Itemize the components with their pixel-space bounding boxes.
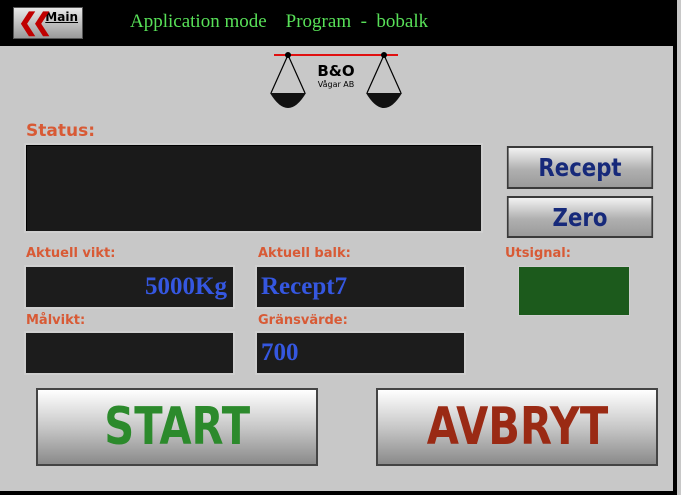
main-button[interactable]: ❮❮ Main bbox=[13, 7, 83, 39]
aktuell-balk-label: Aktuell balk: bbox=[258, 246, 351, 261]
aktuell-vikt-value: 5000Kg bbox=[24, 265, 235, 309]
zero-button[interactable]: Zero bbox=[506, 196, 654, 238]
utsignal-label: Utsignal: bbox=[505, 246, 571, 261]
gransvarde-label: Gränsvärde: bbox=[258, 313, 348, 328]
double-chevron-left-icon: ❮❮ bbox=[18, 9, 52, 36]
gransvarde-input[interactable]: 700 bbox=[255, 331, 466, 375]
avbryt-button[interactable]: AVBRYT bbox=[376, 388, 658, 466]
utsignal-indicator bbox=[518, 266, 630, 316]
malvikt-label: Målvikt: bbox=[26, 313, 86, 328]
malvikt-input[interactable] bbox=[24, 331, 235, 375]
logo-brand: B&O bbox=[317, 62, 354, 80]
status-display bbox=[24, 143, 483, 233]
aktuell-balk-value: Recept7 bbox=[255, 265, 466, 309]
start-button[interactable]: START bbox=[36, 388, 318, 466]
recept-button[interactable]: Recept bbox=[506, 146, 654, 189]
company-logo: B&O Vågar AB bbox=[270, 52, 402, 108]
logo-sub: Vågar AB bbox=[318, 79, 355, 89]
main-button-label: Main bbox=[45, 10, 78, 24]
top-bar: ❮❮ Main Application mode Program - bobal… bbox=[0, 0, 677, 46]
page-title: Application mode Program - bobalk bbox=[130, 11, 429, 32]
aktuell-vikt-label: Aktuell vikt: bbox=[26, 246, 116, 261]
status-label: Status: bbox=[26, 121, 95, 141]
start-button-label: START bbox=[104, 397, 250, 457]
avbryt-button-label: AVBRYT bbox=[426, 397, 608, 457]
